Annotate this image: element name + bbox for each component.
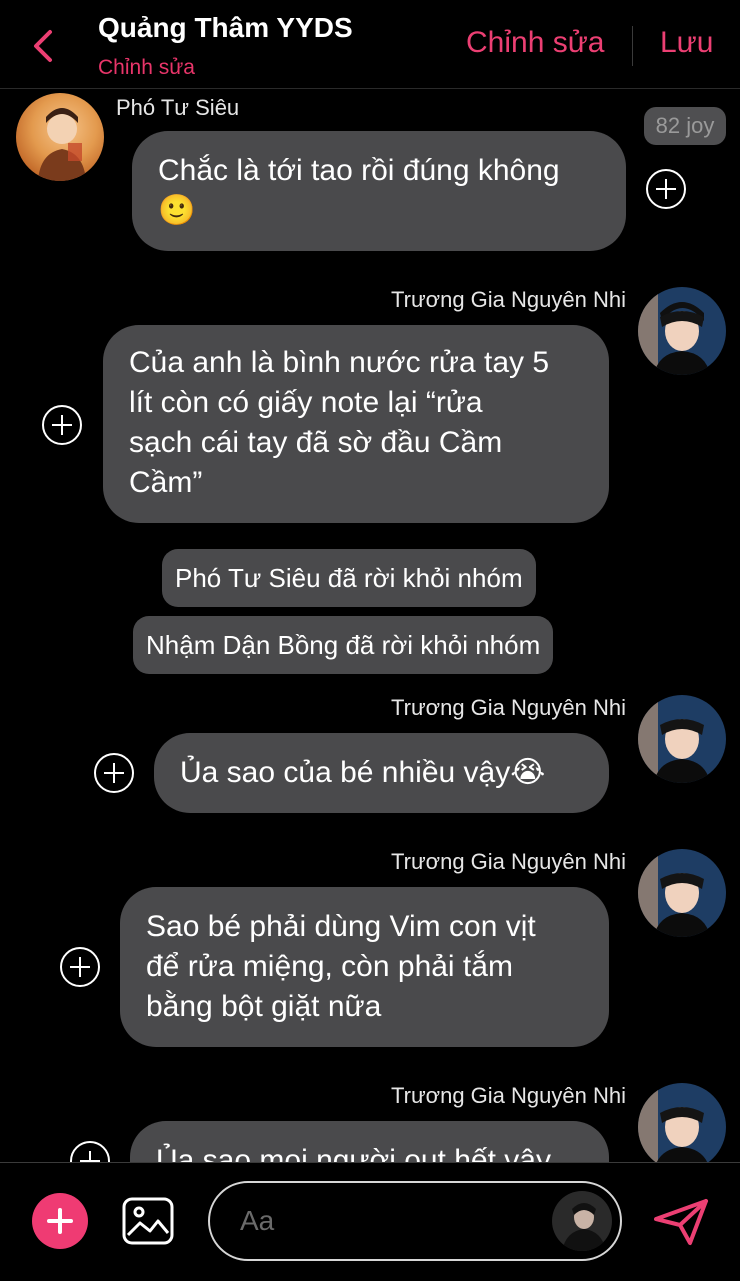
message-line: để rửa miệng, còn phải tắm <box>146 950 513 983</box>
message-line: Ủa sao mọi người out hết vậy <box>156 1144 551 1162</box>
chevron-left-icon[interactable] <box>28 26 64 66</box>
chat-title[interactable]: Quảng Thâm YYDS <box>98 12 353 44</box>
avatar[interactable] <box>638 287 726 375</box>
message-bubble[interactable]: Chắc là tới tao rồi đúng không 🙂 <box>132 131 626 251</box>
message-line: lít còn có giấy note lại “rửa <box>129 386 483 419</box>
chat-header: Quảng Thâm YYDS Chỉnh sửa Chỉnh sửa Lưu <box>0 0 740 89</box>
message-line: Ủa sao của bé nhiều vậy😭 <box>180 756 546 789</box>
chat-subtitle[interactable]: Chỉnh sửa <box>98 56 195 80</box>
send-icon[interactable] <box>652 1197 710 1247</box>
edit-button[interactable]: Chỉnh sửa <box>466 26 605 60</box>
message-line: sạch cái tay đã sờ đầu Cầm <box>129 426 503 459</box>
message-bubble[interactable]: Ủa sao mọi người out hết vậy <box>130 1121 609 1162</box>
save-button[interactable]: Lưu <box>660 26 713 60</box>
composer-bar: Aa <box>0 1162 740 1281</box>
image-icon[interactable] <box>122 1197 174 1245</box>
avatar[interactable] <box>16 93 104 181</box>
avatar[interactable] <box>638 849 726 937</box>
add-reaction-icon[interactable] <box>94 753 134 793</box>
message-line: Của anh là bình nước rửa tay 5 <box>129 346 550 379</box>
system-notice: Phó Tư Siêu đã rời khỏi nhóm <box>162 549 536 607</box>
message-bubble[interactable]: Sao bé phải dùng Vim con vịt để rửa miện… <box>120 887 609 1047</box>
add-reaction-icon[interactable] <box>60 947 100 987</box>
add-reaction-icon[interactable] <box>70 1141 110 1162</box>
sticker-avatar[interactable] <box>552 1191 612 1251</box>
sender-name: Trương Gia Nguyên Nhi <box>391 695 626 720</box>
message-bubble[interactable]: Của anh là bình nước rửa tay 5 lít còn c… <box>103 325 609 523</box>
sender-name: Trương Gia Nguyên Nhi <box>391 849 626 874</box>
add-reaction-icon[interactable] <box>42 405 82 445</box>
sender-name: Phó Tư Siêu <box>116 95 240 120</box>
message-input-placeholder: Aa <box>240 1205 275 1236</box>
message-line: Cầm” <box>129 466 203 499</box>
header-divider <box>632 26 633 66</box>
avatar[interactable] <box>638 1083 726 1162</box>
message-list[interactable]: Phó Tư Siêu Chắc là tới tao rồi đúng khô… <box>0 89 740 1162</box>
message-line: Sao bé phải dùng Vim con vịt <box>146 910 536 943</box>
message-input[interactable]: Aa <box>208 1181 622 1261</box>
reaction-badge[interactable]: 82 joy <box>644 107 726 145</box>
message-bubble[interactable]: Ủa sao của bé nhiều vậy😭 <box>154 733 609 813</box>
add-reaction-icon[interactable] <box>646 169 686 209</box>
plus-icon[interactable] <box>32 1193 88 1249</box>
avatar[interactable] <box>638 695 726 783</box>
message-line: Chắc là tới tao rồi đúng không <box>158 154 560 187</box>
system-notice: Nhậm Dận Bồng đã rời khỏi nhóm <box>133 616 554 674</box>
message-line: 🙂 <box>158 194 196 227</box>
sender-name: Trương Gia Nguyên Nhi <box>391 287 626 312</box>
sender-name: Trương Gia Nguyên Nhi <box>391 1083 626 1108</box>
message-line: bằng bột giặt nữa <box>146 990 382 1023</box>
